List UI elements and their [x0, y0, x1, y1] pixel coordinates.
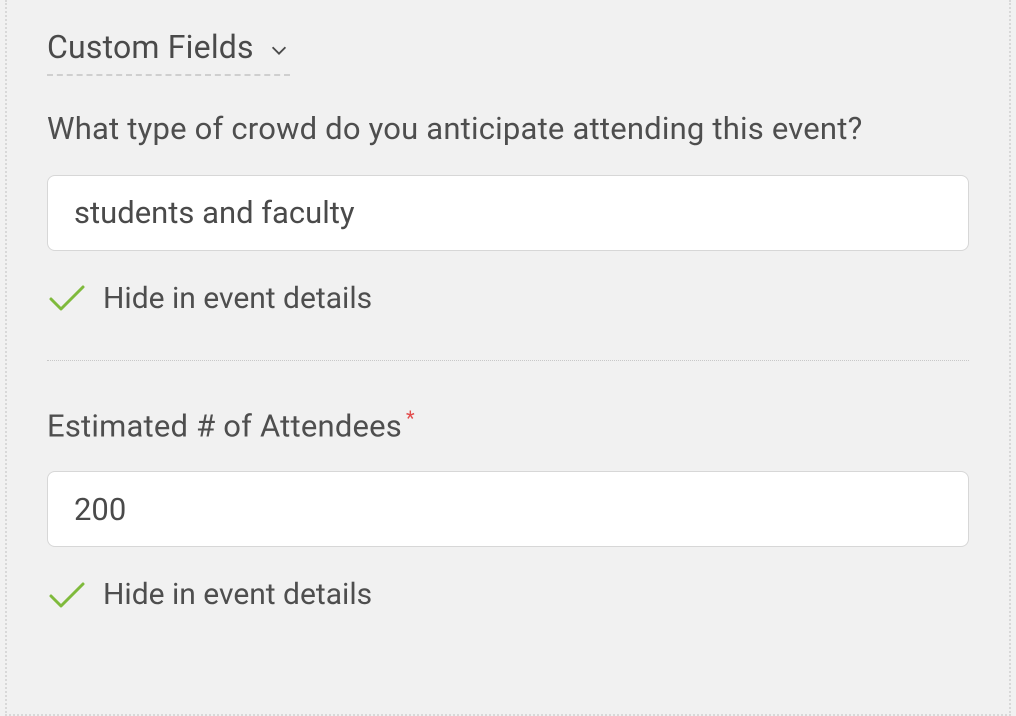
field-crowd-type: What type of crowd do you anticipate att… [47, 106, 969, 316]
section-header[interactable]: Custom Fields [47, 28, 290, 76]
crowd-type-input[interactable] [47, 175, 969, 251]
hide-toggle-attendees[interactable]: Hide in event details [47, 577, 969, 612]
field-label-crowd: What type of crowd do you anticipate att… [47, 106, 969, 153]
hide-toggle-crowd[interactable]: Hide in event details [47, 281, 969, 316]
field-label-attendees: Estimated # of Attendees* [47, 403, 969, 450]
hide-label-attendees: Hide in event details [103, 577, 372, 612]
field-divider [47, 360, 969, 361]
attendees-label-text: Estimated # of Attendees [47, 407, 402, 444]
check-icon [47, 281, 87, 315]
chevron-down-icon [268, 39, 290, 61]
hide-label-crowd: Hide in event details [103, 281, 372, 316]
required-asterisk: * [406, 406, 415, 430]
check-icon [47, 578, 87, 612]
custom-fields-panel: Custom Fields What type of crowd do you … [5, 0, 1011, 716]
attendees-input[interactable] [47, 471, 969, 547]
section-title: Custom Fields [47, 28, 254, 66]
field-attendees: Estimated # of Attendees* Hide in event … [47, 403, 969, 613]
